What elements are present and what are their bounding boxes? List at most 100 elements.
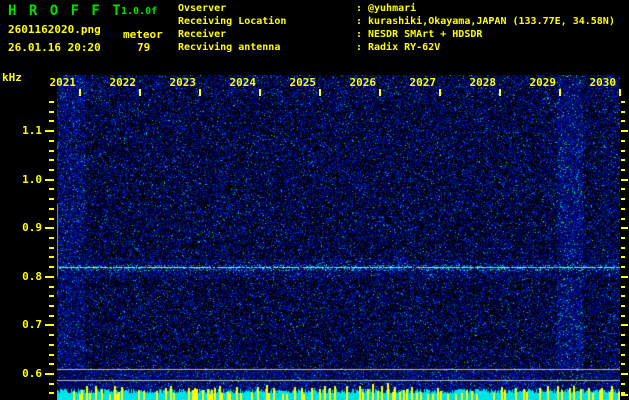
filename-label: 2601162020.png <box>8 23 101 36</box>
y-axis-minor-tick <box>49 286 54 288</box>
y-axis-minor-tick-right <box>621 237 625 239</box>
y-axis-minor-tick <box>49 169 54 171</box>
y-axis-minor-tick-right <box>621 305 625 307</box>
y-axis-tick-label: 0.9 <box>22 221 42 234</box>
y-axis-minor-tick-right <box>621 159 625 161</box>
y-axis-minor-tick <box>49 218 54 220</box>
info-label: Ovserver <box>178 3 227 14</box>
y-axis-minor-tick <box>49 140 54 142</box>
y-axis-minor-tick <box>49 315 54 317</box>
x-axis-tick-label: 2027 <box>409 76 437 89</box>
y-axis-major-tick <box>45 373 54 375</box>
info-value: @yuhmari <box>368 3 417 14</box>
x-axis-tick-label: 2023 <box>169 76 197 89</box>
y-axis-minor-tick-right <box>621 208 625 210</box>
info-value: Radix RY-62V <box>368 42 441 53</box>
info-row-receiver: Receiver: NESDR SMArt + HDSDR <box>178 28 615 41</box>
y-axis-minor-tick-right <box>621 266 625 268</box>
y-axis-minor-tick <box>49 392 54 394</box>
mode-label: meteor <box>123 28 163 41</box>
spectrogram-canvas <box>57 75 620 400</box>
y-axis-major-tick-right <box>621 276 628 278</box>
x-axis-tick-label: 2028 <box>469 76 497 89</box>
y-axis-minor-tick <box>49 295 54 297</box>
y-axis-major-tick <box>45 276 54 278</box>
y-axis-major-tick-right <box>621 324 628 326</box>
x-axis-tick-label: 2024 <box>229 76 257 89</box>
y-axis-minor-tick-right <box>621 256 625 258</box>
y-axis-minor-tick-right <box>621 198 625 200</box>
version-label: 1.0.0f <box>121 6 158 17</box>
y-axis-major-tick-right <box>621 130 628 132</box>
y-axis-minor-tick <box>49 120 54 122</box>
y-axis-minor-tick-right <box>621 150 625 152</box>
x-axis-tick <box>139 89 141 96</box>
y-axis-minor-tick-right <box>621 383 625 385</box>
app-title: H R O F F T <box>8 3 123 19</box>
info-row-observer: Ovserver: @yuhmari <box>178 2 615 15</box>
y-axis-minor-tick-right <box>621 286 625 288</box>
y-axis-minor-tick <box>49 101 54 103</box>
y-axis-tick-label: 1.0 <box>22 173 42 186</box>
y-axis-minor-tick <box>49 198 54 200</box>
y-axis-major-tick-right <box>621 227 628 229</box>
y-axis-minor-tick-right <box>621 101 625 103</box>
x-axis-tick <box>499 89 501 96</box>
x-axis-tick <box>439 89 441 96</box>
hrofft-screen: H R O F F T 1.0.0f 2601162020.png meteor… <box>0 0 629 400</box>
x-axis-tick-label: 2022 <box>109 76 137 89</box>
x-axis-tick <box>619 89 621 96</box>
y-axis-minor-tick <box>49 247 54 249</box>
y-axis-minor-tick <box>49 334 54 336</box>
x-axis-tick-label: 2029 <box>529 76 557 89</box>
x-axis-tick <box>559 89 561 96</box>
y-axis-major-tick <box>45 179 54 181</box>
y-axis-minor-tick-right <box>621 169 625 171</box>
y-axis-minor-tick <box>49 188 54 190</box>
info-label: Recviving antenna <box>178 42 281 53</box>
y-axis-major-tick-right <box>621 179 628 181</box>
y-axis-minor-tick <box>49 363 54 365</box>
info-row-antenna: Recviving antenna: Radix RY-62V <box>178 41 615 54</box>
x-axis-tick <box>199 89 201 96</box>
x-axis-tick-label: 2021 <box>49 76 77 89</box>
info-value: NESDR SMArt + HDSDR <box>368 29 483 40</box>
y-axis-minor-tick-right <box>621 120 625 122</box>
y-axis-tick-label: 1.1 <box>22 124 42 137</box>
y-axis-minor-tick <box>49 383 54 385</box>
y-axis-minor-tick-right <box>621 247 625 249</box>
y-axis-minor-tick-right <box>621 188 625 190</box>
y-axis-minor-tick <box>49 208 54 210</box>
y-axis-minor-tick <box>49 344 54 346</box>
x-axis-tick-label: 2025 <box>289 76 317 89</box>
info-label: Receiver <box>178 29 227 40</box>
y-axis-minor-tick-right <box>621 363 625 365</box>
y-axis-tick-label: 0.6 <box>22 367 42 380</box>
y-axis-tick-label: 0.7 <box>22 318 42 331</box>
timestamp-label: 26.01.16 20:20 <box>8 41 101 54</box>
x-axis-tick <box>79 89 81 96</box>
info-colon: : <box>356 42 363 53</box>
y-axis-minor-tick-right <box>621 334 625 336</box>
y-axis-minor-tick-right <box>621 111 625 113</box>
y-axis-minor-tick-right <box>621 218 625 220</box>
x-axis-tick <box>379 89 381 96</box>
y-axis-minor-tick <box>49 237 54 239</box>
y-axis-minor-tick <box>49 150 54 152</box>
x-axis-tick-label: 2026 <box>349 76 377 89</box>
y-axis-major-tick <box>45 130 54 132</box>
y-axis-major-tick <box>45 324 54 326</box>
echo-count-value: 79 <box>137 41 151 54</box>
y-axis-unit-label: kHz <box>2 71 22 84</box>
y-axis-minor-tick-right <box>621 344 625 346</box>
receiver-info-block: Ovserver: @yuhmari Receiving Location: kur… <box>178 2 615 54</box>
info-colon: : <box>356 3 363 14</box>
x-axis-tick-label: 2030 <box>589 76 617 89</box>
right-edge-bottom-tick <box>621 394 628 396</box>
y-axis-tick-label: 0.8 <box>22 270 42 283</box>
y-axis-minor-tick <box>49 305 54 307</box>
y-axis-major-tick <box>45 227 54 229</box>
y-axis-minor-tick <box>49 256 54 258</box>
x-axis-tick <box>259 89 261 96</box>
x-axis-tick <box>319 89 321 96</box>
